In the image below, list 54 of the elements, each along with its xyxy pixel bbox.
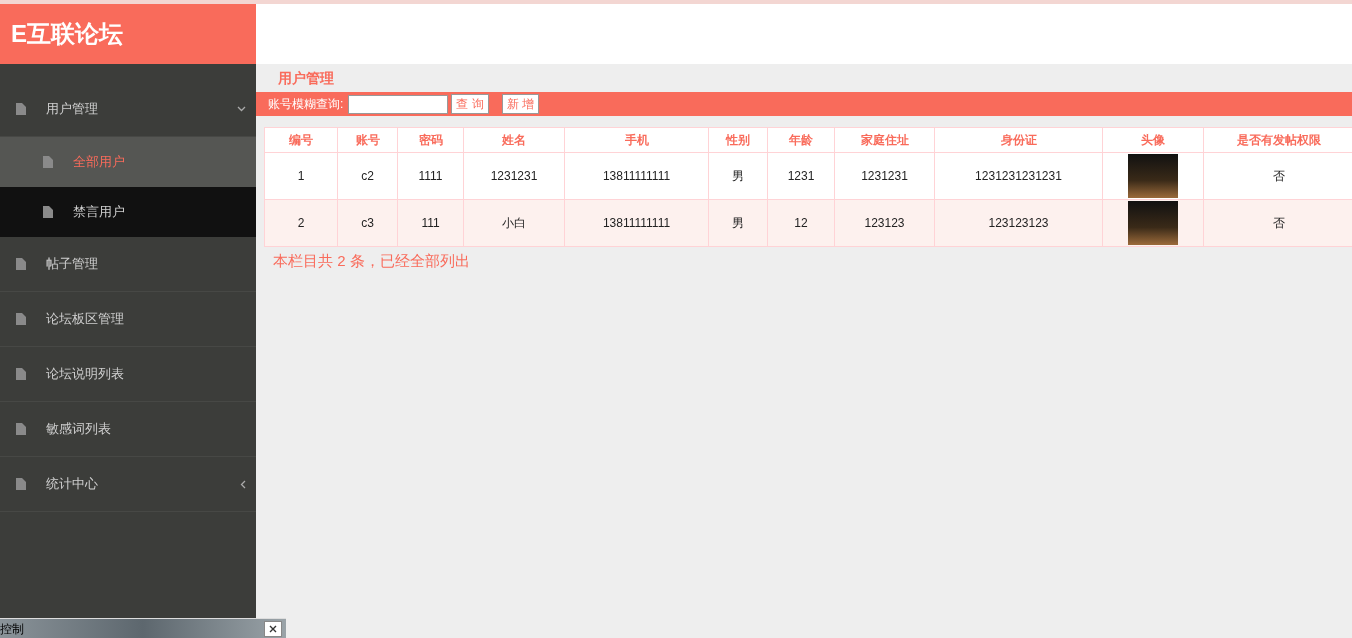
table-cell: 1 — [264, 152, 338, 200]
column-header: 家庭住址 — [834, 127, 935, 153]
table-cell: 1231231231231 — [934, 152, 1103, 200]
document-icon — [16, 313, 26, 325]
page-title: 用户管理 — [278, 68, 334, 88]
document-icon — [16, 478, 26, 490]
table-cell: 小白 — [463, 199, 565, 247]
column-header: 编号 — [264, 127, 338, 153]
search-field[interactable] — [348, 94, 449, 114]
table-cell: 123123123 — [934, 199, 1103, 247]
avatar-photo-placeholder — [1128, 201, 1178, 245]
table-cell: 1231231 — [834, 152, 935, 200]
sidebar-item[interactable]: 论坛板区管理 — [0, 292, 256, 347]
avatar-photo-placeholder — [1128, 154, 1178, 198]
table-cell: 13811111111 — [564, 152, 709, 200]
column-header: 是否有发帖权限 — [1203, 127, 1352, 153]
column-header: 性别 — [708, 127, 768, 153]
sidebar-item[interactable]: 论坛说明列表 — [0, 347, 256, 402]
table-cell: c3 — [337, 199, 398, 247]
document-icon — [16, 103, 26, 115]
table-cell: 13811111111 — [564, 199, 709, 247]
search-label: 账号模糊查询: — [268, 96, 344, 113]
close-icon — [269, 624, 277, 633]
table-cell: 男 — [708, 199, 768, 247]
document-icon — [16, 258, 26, 270]
table-cell: 1111 — [397, 152, 464, 200]
taskbar-title[interactable]: 控制 — [0, 619, 24, 638]
table-cell: c2 — [337, 152, 398, 200]
sidebar-subitem[interactable]: 禁言用户 — [0, 187, 256, 237]
table-cell: 男 — [708, 152, 768, 200]
document-icon — [16, 423, 26, 435]
chevron-left-icon — [240, 479, 246, 489]
table-cell: 2 — [264, 199, 338, 247]
sidebar-item[interactable]: 统计中心 — [0, 457, 256, 512]
column-header: 身份证 — [934, 127, 1103, 153]
table-cell: 111 — [397, 199, 464, 247]
column-header: 头像 — [1102, 127, 1204, 153]
column-header: 密码 — [397, 127, 464, 153]
table-cell: 1231231 — [463, 152, 565, 200]
chevron-down-icon — [237, 106, 246, 112]
column-header: 手机 — [564, 127, 709, 153]
sidebar-item[interactable]: 帖子管理 — [0, 237, 256, 292]
table-cell: 12 — [767, 199, 835, 247]
document-icon — [16, 368, 26, 380]
close-button[interactable] — [264, 620, 282, 637]
record-count-note: 本栏目共 2 条，已经全部列出 — [273, 252, 470, 269]
document-icon — [43, 156, 53, 168]
table-cell: 123123 — [834, 199, 935, 247]
table-cell: 1231 — [767, 152, 835, 200]
sidebar-item[interactable]: 敏感词列表 — [0, 402, 256, 457]
column-header: 年龄 — [767, 127, 835, 153]
column-header: 账号 — [337, 127, 398, 153]
document-icon — [43, 206, 53, 218]
column-header: 姓名 — [463, 127, 565, 153]
